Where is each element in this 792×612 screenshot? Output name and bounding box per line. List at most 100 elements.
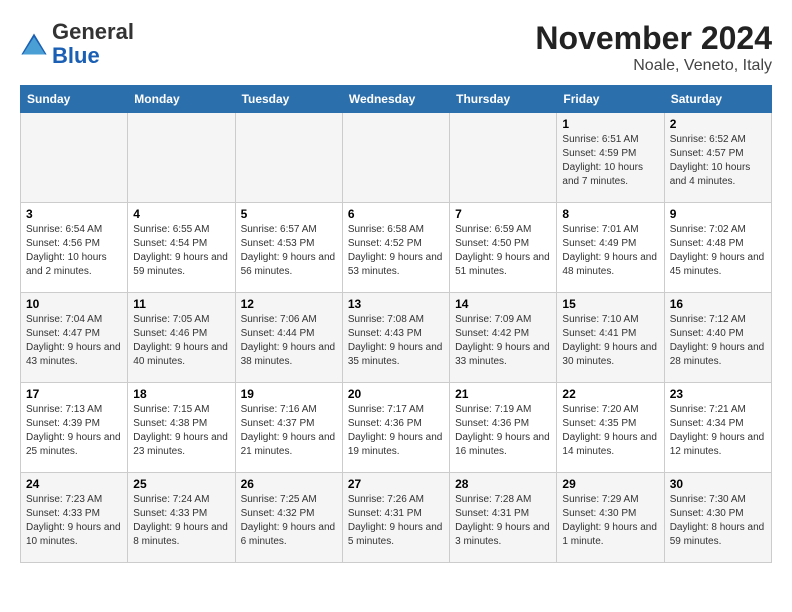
day-number: 8 <box>562 207 658 221</box>
calendar-cell: 15 Sunrise: 7:10 AM Sunset: 4:41 PM Dayli… <box>557 293 664 383</box>
weekday-header: Monday <box>128 86 235 113</box>
day-info: Sunrise: 7:06 AM Sunset: 4:44 PM Dayligh… <box>241 313 337 369</box>
calendar-cell: 9 Sunrise: 7:02 AM Sunset: 4:48 PM Daylig… <box>664 203 771 293</box>
day-number: 12 <box>241 297 337 311</box>
day-info: Sunrise: 7:19 AM Sunset: 4:36 PM Dayligh… <box>455 403 551 459</box>
logo-text: General Blue <box>52 20 134 68</box>
day-info: Sunrise: 7:09 AM Sunset: 4:42 PM Dayligh… <box>455 313 551 369</box>
day-info: Sunrise: 7:26 AM Sunset: 4:31 PM Dayligh… <box>348 493 444 549</box>
calendar-cell: 1 Sunrise: 6:51 AM Sunset: 4:59 PM Daylig… <box>557 113 664 203</box>
day-number: 4 <box>133 207 229 221</box>
calendar-cell: 7Sunrise: 6:59 AM Sunset: 4:50 PM Daylig… <box>450 203 557 293</box>
day-info: Sunrise: 7:17 AM Sunset: 4:36 PM Dayligh… <box>348 403 444 459</box>
day-info: Sunrise: 7:13 AM Sunset: 4:39 PM Dayligh… <box>26 403 122 459</box>
calendar-week-row: 24 Sunrise: 7:23 AM Sunset: 4:33 PM Dayli… <box>21 473 772 563</box>
calendar-cell <box>342 113 449 203</box>
calendar-cell: 21 Sunrise: 7:19 AM Sunset: 4:36 PM Dayli… <box>450 383 557 473</box>
day-number: 17 <box>26 387 122 401</box>
day-number: 21 <box>455 387 551 401</box>
day-number: 9 <box>670 207 766 221</box>
calendar-cell: 13Sunrise: 7:08 AM Sunset: 4:43 PM Dayli… <box>342 293 449 383</box>
calendar-week-row: 17 Sunrise: 7:13 AM Sunset: 4:39 PM Dayli… <box>21 383 772 473</box>
weekday-header: Friday <box>557 86 664 113</box>
day-number: 16 <box>670 297 766 311</box>
calendar-cell <box>128 113 235 203</box>
calendar-cell: 12 Sunrise: 7:06 AM Sunset: 4:44 PM Dayli… <box>235 293 342 383</box>
day-info: Sunrise: 7:21 AM Sunset: 4:34 PM Dayligh… <box>670 403 766 459</box>
day-number: 30 <box>670 477 766 491</box>
day-info: Sunrise: 7:20 AM Sunset: 4:35 PM Dayligh… <box>562 403 658 459</box>
calendar-cell: 5 Sunrise: 6:57 AM Sunset: 4:53 PM Daylig… <box>235 203 342 293</box>
calendar-cell: 2 Sunrise: 6:52 AM Sunset: 4:57 PM Daylig… <box>664 113 771 203</box>
day-number: 1 <box>562 117 658 131</box>
day-number: 3 <box>26 207 122 221</box>
calendar-cell: 16Sunrise: 7:12 AM Sunset: 4:40 PM Dayli… <box>664 293 771 383</box>
day-info: Sunrise: 7:01 AM Sunset: 4:49 PM Dayligh… <box>562 223 658 279</box>
calendar-cell: 6 Sunrise: 6:58 AM Sunset: 4:52 PM Daylig… <box>342 203 449 293</box>
day-number: 11 <box>133 297 229 311</box>
weekday-header: Sunday <box>21 86 128 113</box>
calendar-cell: 23 Sunrise: 7:21 AM Sunset: 4:34 PM Dayli… <box>664 383 771 473</box>
day-number: 5 <box>241 207 337 221</box>
day-info: Sunrise: 6:54 AM Sunset: 4:56 PM Dayligh… <box>26 223 122 279</box>
day-info: Sunrise: 6:58 AM Sunset: 4:52 PM Dayligh… <box>348 223 444 279</box>
title-block: November 2024 Noale, Veneto, Italy <box>535 20 772 75</box>
day-info: Sunrise: 7:24 AM Sunset: 4:33 PM Dayligh… <box>133 493 229 549</box>
day-info: Sunrise: 6:52 AM Sunset: 4:57 PM Dayligh… <box>670 133 766 189</box>
day-info: Sunrise: 7:23 AM Sunset: 4:33 PM Dayligh… <box>26 493 122 549</box>
calendar-cell: 20 Sunrise: 7:17 AM Sunset: 4:36 PM Dayli… <box>342 383 449 473</box>
logo: General Blue <box>20 20 134 68</box>
weekday-header-row: SundayMondayTuesdayWednesdayThursdayFrid… <box>21 86 772 113</box>
calendar-week-row: 1 Sunrise: 6:51 AM Sunset: 4:59 PM Daylig… <box>21 113 772 203</box>
day-number: 2 <box>670 117 766 131</box>
weekday-header: Wednesday <box>342 86 449 113</box>
logo-icon <box>20 30 48 58</box>
calendar-cell <box>235 113 342 203</box>
calendar-cell: 3 Sunrise: 6:54 AM Sunset: 4:56 PM Daylig… <box>21 203 128 293</box>
calendar-cell: 17 Sunrise: 7:13 AM Sunset: 4:39 PM Dayli… <box>21 383 128 473</box>
calendar-cell: 25 Sunrise: 7:24 AM Sunset: 4:33 PM Dayli… <box>128 473 235 563</box>
day-info: Sunrise: 7:10 AM Sunset: 4:41 PM Dayligh… <box>562 313 658 369</box>
day-info: Sunrise: 6:57 AM Sunset: 4:53 PM Dayligh… <box>241 223 337 279</box>
calendar-cell: 27 Sunrise: 7:26 AM Sunset: 4:31 PM Dayli… <box>342 473 449 563</box>
calendar-cell: 11Sunrise: 7:05 AM Sunset: 4:46 PM Dayli… <box>128 293 235 383</box>
day-number: 7 <box>455 207 551 221</box>
calendar-cell: 19Sunrise: 7:16 AM Sunset: 4:37 PM Dayli… <box>235 383 342 473</box>
day-info: Sunrise: 7:28 AM Sunset: 4:31 PM Dayligh… <box>455 493 551 549</box>
day-number: 15 <box>562 297 658 311</box>
day-number: 22 <box>562 387 658 401</box>
day-info: Sunrise: 7:30 AM Sunset: 4:30 PM Dayligh… <box>670 493 766 549</box>
calendar-cell: 28 Sunrise: 7:28 AM Sunset: 4:31 PM Dayli… <box>450 473 557 563</box>
day-number: 29 <box>562 477 658 491</box>
day-info: Sunrise: 7:15 AM Sunset: 4:38 PM Dayligh… <box>133 403 229 459</box>
logo-general: General <box>52 19 134 44</box>
calendar-cell: 26 Sunrise: 7:25 AM Sunset: 4:32 PM Dayli… <box>235 473 342 563</box>
day-info: Sunrise: 7:02 AM Sunset: 4:48 PM Dayligh… <box>670 223 766 279</box>
calendar-cell: 18Sunrise: 7:15 AM Sunset: 4:38 PM Dayli… <box>128 383 235 473</box>
day-info: Sunrise: 7:04 AM Sunset: 4:47 PM Dayligh… <box>26 313 122 369</box>
day-number: 27 <box>348 477 444 491</box>
day-info: Sunrise: 7:25 AM Sunset: 4:32 PM Dayligh… <box>241 493 337 549</box>
calendar-cell: 4 Sunrise: 6:55 AM Sunset: 4:54 PM Daylig… <box>128 203 235 293</box>
day-number: 28 <box>455 477 551 491</box>
calendar-cell: 24 Sunrise: 7:23 AM Sunset: 4:33 PM Dayli… <box>21 473 128 563</box>
day-info: Sunrise: 6:55 AM Sunset: 4:54 PM Dayligh… <box>133 223 229 279</box>
weekday-header: Saturday <box>664 86 771 113</box>
calendar-week-row: 3 Sunrise: 6:54 AM Sunset: 4:56 PM Daylig… <box>21 203 772 293</box>
day-number: 10 <box>26 297 122 311</box>
calendar-cell: 22 Sunrise: 7:20 AM Sunset: 4:35 PM Dayli… <box>557 383 664 473</box>
day-number: 6 <box>348 207 444 221</box>
calendar-week-row: 10 Sunrise: 7:04 AM Sunset: 4:47 PM Dayli… <box>21 293 772 383</box>
day-number: 26 <box>241 477 337 491</box>
weekday-header: Tuesday <box>235 86 342 113</box>
page-title: November 2024 <box>535 20 772 57</box>
calendar-cell <box>21 113 128 203</box>
day-number: 24 <box>26 477 122 491</box>
day-info: Sunrise: 7:29 AM Sunset: 4:30 PM Dayligh… <box>562 493 658 549</box>
logo-blue: Blue <box>52 43 100 68</box>
day-number: 25 <box>133 477 229 491</box>
day-info: Sunrise: 6:51 AM Sunset: 4:59 PM Dayligh… <box>562 133 658 189</box>
page-header: General Blue November 2024 Noale, Veneto… <box>20 20 772 75</box>
day-number: 23 <box>670 387 766 401</box>
day-number: 20 <box>348 387 444 401</box>
